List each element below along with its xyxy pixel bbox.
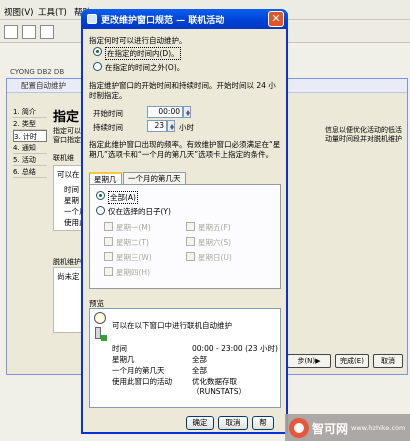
dialog-title: 更改维护窗口规范 — 联机活动 [101, 16, 225, 26]
preview-panel: 可以在以下窗口中进行联机自动维护 时间 00:00 - 23:00 (23 小时… [89, 308, 281, 408]
checkbox-thursday-label: 星期四(H) [116, 268, 150, 277]
checkbox-wednesday-label: 星期三(W) [116, 253, 152, 262]
radio-all-days[interactable] [96, 191, 105, 200]
step-activity[interactable]: 5. 活动 [13, 154, 47, 166]
checkbox-saturday-label: 星期六(S) [198, 238, 232, 247]
section-start-duration-label: 指定维护窗口的开始时间和持续时间。开始时间以 24 小时制指定。 [89, 81, 276, 100]
clock-icon [94, 312, 106, 324]
next-button[interactable]: 步(N)▶ [287, 354, 331, 368]
step-intro[interactable]: 1. 简介 [13, 106, 47, 118]
preview-weekday-value: 全部 [192, 355, 207, 364]
online-label: 联机维 [53, 154, 74, 162]
online-group: 可以在 时间 星期 一个月 使用此 [53, 165, 87, 231]
finish-button[interactable]: 完成(E) [335, 354, 369, 368]
checkbox-monday-label: 星期一(M) [116, 223, 151, 232]
checkbox-sunday-label: 星期日(U) [198, 253, 232, 262]
checkbox-monday[interactable] [104, 222, 113, 231]
offline-group: 尚未定 [53, 267, 83, 333]
dialog-titlebar[interactable]: 更改维护窗口规范 — 联机活动 ✕ [81, 9, 288, 29]
preview-time-value: 00:00 - 23:00 (23 小时) [192, 344, 278, 353]
checkbox-tuesday[interactable] [104, 237, 113, 246]
step-type[interactable]: 2. 类型 [13, 118, 47, 130]
checkbox-wednesday[interactable] [104, 252, 113, 261]
radio-within-time[interactable] [93, 47, 102, 56]
preview-monthday-value: 全部 [192, 366, 207, 375]
watermark: 智可网 www.hzhike.com [285, 414, 410, 441]
day-of-week-panel: 全部(A) 仅在选择的日子(Y) 星期一(M) 星期二(T) 星期三(W) 星期… [89, 184, 281, 289]
group-line: 时间 [64, 185, 79, 194]
desc-right: 信息以便优化活动的低活动量时间段并对脱机维护 [325, 126, 405, 144]
start-time-input[interactable]: 00:00 [147, 106, 183, 118]
duration-spinner[interactable] [167, 120, 175, 132]
menu-tools[interactable]: 工具(T) [38, 6, 67, 18]
duration-unit: 小时 [179, 123, 194, 132]
checkbox-tuesday-label: 星期二(T) [116, 238, 149, 247]
checkbox-saturday[interactable] [186, 237, 195, 246]
preview-activity-key: 使用此窗口的活动 [112, 377, 172, 386]
help-icon[interactable] [40, 25, 54, 39]
offline-label: 脱机维护 [53, 258, 81, 266]
wizard-steps: 1. 简介 2. 类型 3. 计时 4. 通知 5. 活动 6. 总结 [13, 106, 47, 178]
preview-message: 可以在以下窗口中进行联机自动维护 [112, 321, 232, 330]
radio-all-days-label[interactable]: 全部(A) [108, 191, 138, 204]
change-maintenance-window-dialog: 更改维护窗口规范 — 联机活动 ✕ 指定何时可以进行自动维护。 在指定的时间内(… [81, 9, 288, 434]
preview-time-key: 时间 [112, 344, 127, 353]
start-time-label: 开始时间 [93, 109, 123, 118]
menu-view[interactable]: 视图(V) [4, 6, 33, 18]
section-when-label: 指定何时可以进行自动维护。 [89, 36, 187, 45]
window-icon [87, 14, 97, 24]
ok-button[interactable]: 确定 [186, 416, 214, 430]
step-timing[interactable]: 3. 计时 [13, 130, 47, 142]
close-icon[interactable]: ✕ [268, 11, 284, 27]
checkbox-friday-label: 星期五(F) [198, 223, 231, 232]
offline-text: 尚未定 [57, 272, 80, 281]
step-summary[interactable]: 6. 总结 [13, 166, 47, 178]
watermark-logo-icon [289, 418, 309, 438]
group-line: 星期 [64, 196, 79, 205]
start-time-spinner[interactable] [183, 106, 191, 118]
section-frequency-label: 指定此维护窗口出现的频率。有效维护窗口必须满足在“星期几”选项卡和“一个月的第几… [89, 140, 281, 159]
list-icon[interactable] [22, 25, 36, 39]
preview-weekday-key: 星期几 [112, 355, 135, 364]
checkbox-sunday[interactable] [186, 252, 195, 261]
frequency-tabs: 星期几 一个月的第几天 [89, 172, 281, 185]
duration-input[interactable]: 23 [147, 120, 167, 132]
radio-selected-days-label[interactable]: 仅在选择的日子(Y) [108, 206, 171, 217]
cancel-button-bg[interactable]: 取消 [373, 354, 403, 368]
grid-icon[interactable] [4, 25, 18, 39]
preview-activity-extra: （RUNSTATS） [192, 387, 246, 396]
desc-right-text: 信息以便优化活动的低活动量时间段并对脱机维护 [325, 126, 402, 143]
preview-monthday-key: 一个月的第几天 [112, 366, 165, 375]
desc-line: 窗口指定 [53, 136, 81, 144]
checkbox-thursday[interactable] [104, 267, 113, 276]
help-button[interactable]: 帮 [252, 416, 274, 430]
group-line: 可以在 [57, 170, 80, 179]
tab-day-of-month[interactable]: 一个月的第几天 [123, 172, 186, 184]
page-heading: 指定 [53, 110, 80, 125]
duration-label: 持续时间 [93, 123, 123, 132]
step-notify[interactable]: 4. 通知 [13, 142, 47, 154]
radio-outside-label[interactable]: 在指定的时间之外(O)。 [105, 62, 184, 73]
watermark-url: www.hzhike.com [351, 424, 406, 432]
check-icon [101, 335, 107, 341]
radio-within-label[interactable]: 在指定的时间内(D)。 [105, 47, 181, 60]
radio-outside-time[interactable] [93, 62, 102, 71]
radio-selected-days[interactable] [96, 206, 105, 215]
watermark-name: 智可网 [312, 422, 349, 436]
cancel-button[interactable]: 取消 [218, 416, 248, 430]
checkbox-friday[interactable] [186, 222, 195, 231]
